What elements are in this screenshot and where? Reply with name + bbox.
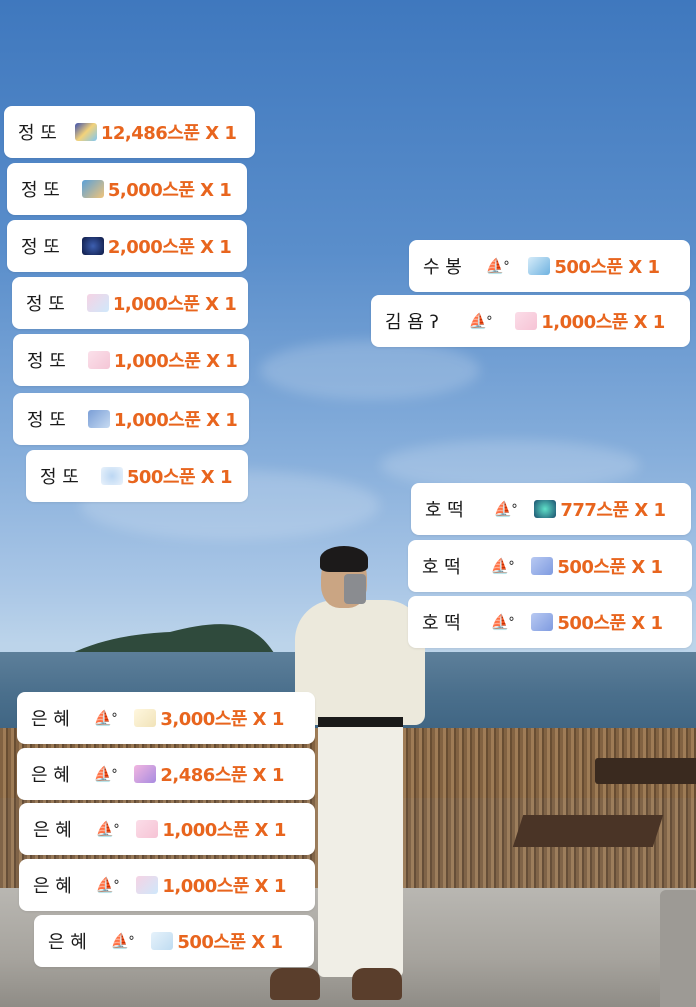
gift-amount: 500스푼 X 1	[126, 467, 233, 488]
gift-notification: 정 또 12,486스푼 X 1	[4, 106, 255, 158]
gift-amount: 2,000스푼 X 1	[107, 237, 232, 258]
picnic-table	[595, 758, 696, 784]
gift-amount: 777스푼 X 1	[560, 500, 666, 521]
phone	[344, 574, 366, 604]
sailboat-badge-icon: ⛵ᐤ	[485, 257, 509, 275]
gift-amount: 1,000스푼 X 1	[162, 876, 286, 897]
sender-name: 호 떡	[422, 557, 461, 578]
sender-name: 수 봉	[423, 257, 462, 278]
sticker-icon	[74, 123, 97, 141]
sender-name: 정 또	[40, 467, 79, 488]
sender-name: 은 혜	[33, 876, 72, 897]
sticker-icon	[528, 257, 551, 275]
gift-notification: 은 혜 ⛵ᐤ 1,000스푼 X 1	[19, 859, 315, 911]
gift-amount: 500스푼 X 1	[554, 257, 660, 278]
sailboat-badge-icon: ⛵ᐤ	[93, 709, 117, 727]
sender-name: 김 욤 ʔ	[385, 312, 439, 333]
gift-notification: 정 또 1,000스푼 X 1	[12, 277, 248, 329]
sender-name: 은 혜	[31, 709, 70, 730]
sender-name: 정 또	[27, 410, 66, 431]
sticker-icon	[134, 765, 157, 783]
sender-name: 은 혜	[48, 932, 87, 953]
sticker-icon	[136, 820, 159, 838]
sticker-icon	[81, 237, 104, 255]
gift-notification: 호 떡 ⛵ᐤ 500스푼 X 1	[408, 596, 692, 648]
sticker-icon	[151, 932, 174, 950]
gift-notification: 정 또 5,000스푼 X 1	[7, 163, 247, 215]
sticker-icon	[81, 180, 104, 198]
person-legs	[318, 722, 403, 977]
gift-amount: 1,000스푼 X 1	[541, 312, 665, 333]
sticker-icon	[87, 410, 110, 428]
gift-amount: 500스푼 X 1	[557, 613, 663, 634]
gift-notification: 김 욤 ʔ ⛵ᐤ 1,000스푼 X 1	[371, 295, 690, 347]
gift-notification: 은 혜 ⛵ᐤ 3,000스푼 X 1	[17, 692, 315, 744]
gift-notification: 은 혜 ⛵ᐤ 2,486스푼 X 1	[17, 748, 315, 800]
sender-name: 정 또	[27, 351, 66, 372]
sender-name: 은 혜	[31, 765, 70, 786]
sticker-icon	[136, 876, 159, 894]
gift-notification: 정 또 2,000스푼 X 1	[7, 220, 247, 272]
island	[70, 624, 275, 654]
sailboat-badge-icon: ⛵ᐤ	[468, 312, 492, 330]
sailboat-badge-icon: ⛵ᐤ	[110, 932, 134, 950]
gift-amount: 12,486스푼 X 1	[100, 123, 237, 144]
gift-amount: 1,000스푼 X 1	[113, 351, 238, 372]
gift-notification: 호 떡 ⛵ᐤ 777스푼 X 1	[411, 483, 691, 535]
sticker-icon	[534, 500, 557, 518]
sticker-icon	[100, 467, 123, 485]
trash-bin	[660, 890, 696, 1007]
sender-name: 정 또	[21, 180, 60, 201]
gift-amount: 2,486스푼 X 1	[160, 765, 284, 786]
sticker-icon	[134, 709, 157, 727]
sender-name: 정 또	[26, 294, 65, 315]
gift-notification: 은 혜 ⛵ᐤ 500스푼 X 1	[34, 915, 314, 967]
sender-name: 호 떡	[425, 500, 464, 521]
person-hair	[320, 546, 368, 572]
sailboat-badge-icon: ⛵ᐤ	[493, 500, 517, 518]
gift-notification: 수 봉 ⛵ᐤ 500스푼 X 1	[409, 240, 690, 292]
gift-notification: 은 혜 ⛵ᐤ 1,000스푼 X 1	[19, 803, 315, 855]
sender-name: 정 또	[21, 237, 60, 258]
gift-notification: 정 또 1,000스푼 X 1	[13, 334, 249, 386]
sticker-icon	[87, 351, 110, 369]
gift-amount: 3,000스푼 X 1	[160, 709, 284, 730]
sailboat-badge-icon: ⛵ᐤ	[93, 765, 117, 783]
bench	[512, 815, 664, 847]
gift-amount: 1,000스푼 X 1	[113, 410, 238, 431]
sender-name: 호 떡	[422, 613, 461, 634]
gift-amount: 500스푼 X 1	[557, 557, 663, 578]
person-belt	[318, 717, 403, 727]
shoe	[270, 968, 320, 1000]
sender-name: 정 또	[18, 123, 57, 144]
shoe	[352, 968, 402, 1000]
sender-name: 은 혜	[33, 820, 72, 841]
sailboat-badge-icon: ⛵ᐤ	[490, 613, 514, 631]
sailboat-badge-icon: ⛵ᐤ	[95, 876, 119, 894]
gift-notification: 호 떡 ⛵ᐤ 500스푼 X 1	[408, 540, 692, 592]
sailboat-badge-icon: ⛵ᐤ	[490, 557, 514, 575]
sticker-icon	[531, 557, 554, 575]
sailboat-badge-icon: ⛵ᐤ	[95, 820, 119, 838]
gift-amount: 1,000스푼 X 1	[112, 294, 237, 315]
gift-amount: 5,000스푼 X 1	[107, 180, 232, 201]
gift-amount: 1,000스푼 X 1	[162, 820, 286, 841]
sticker-icon	[86, 294, 109, 312]
gift-amount: 500스푼 X 1	[177, 932, 283, 953]
gift-notification: 정 또 1,000스푼 X 1	[13, 393, 249, 445]
gift-notification: 정 또 500스푼 X 1	[26, 450, 248, 502]
sticker-icon	[515, 312, 538, 330]
sticker-icon	[531, 613, 554, 631]
